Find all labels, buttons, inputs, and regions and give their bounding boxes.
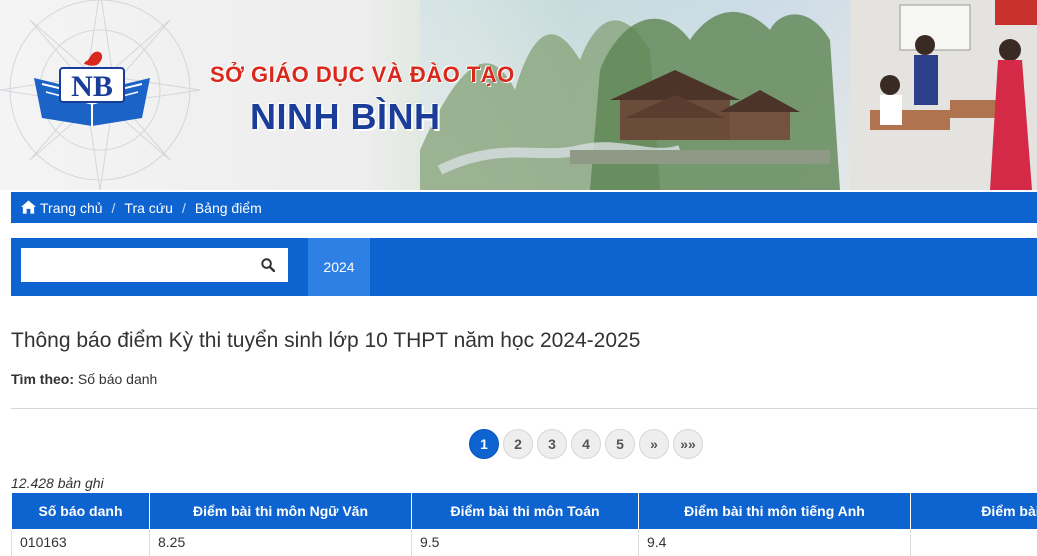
breadcrumb-scoreboard[interactable]: Bảng điểm: [195, 200, 262, 216]
breadcrumb-home[interactable]: Trang chủ: [21, 200, 103, 216]
search-toolbar: 2024: [11, 238, 1037, 296]
page-title: Thông báo điểm Kỳ thi tuyển sinh lớp 10 …: [11, 329, 641, 352]
cell-other-score: [910, 529, 1037, 556]
page-button-1[interactable]: 1: [469, 429, 499, 459]
home-icon: [21, 199, 36, 214]
tab-year-2024[interactable]: 2024: [308, 238, 370, 296]
search-icon[interactable]: [261, 258, 275, 272]
table-row: 010163 8.25 9.5 9.4: [11, 529, 1037, 556]
cell-english-score: 9.4: [638, 529, 911, 556]
search-by-label: Tìm theo:: [11, 371, 74, 387]
classroom-photo: [850, 0, 1037, 190]
page-button-4[interactable]: 4: [571, 429, 601, 459]
search-input[interactable]: [21, 248, 288, 282]
landscape-image: [420, 0, 1037, 190]
breadcrumb-separator: /: [181, 199, 186, 216]
page-button-3[interactable]: 3: [537, 429, 567, 459]
search-by: Tìm theo: Số báo danh: [11, 371, 157, 387]
divider: [11, 408, 1037, 409]
cell-literature-score: 8.25: [149, 529, 412, 556]
column-header-candidate-number: Số báo danh: [11, 492, 150, 530]
breadcrumb-lookup[interactable]: Tra cứu: [124, 200, 173, 216]
cell-math-score: 9.5: [411, 529, 639, 556]
last-page-button[interactable]: »»: [673, 429, 703, 459]
next-page-button[interactable]: »: [639, 429, 669, 459]
org-name-line2: NINH BÌNH: [250, 96, 441, 137]
nb-logo: NB: [34, 51, 150, 126]
header-banner: NB SỞ GIÁO DỤC VÀ ĐÀO TẠO NINH BÌNH: [0, 0, 1037, 190]
results-table: Số báo danh Điểm bài thi môn Ngữ Văn Điể…: [11, 492, 1037, 556]
org-name-line1: SỞ GIÁO DỤC VÀ ĐÀO TẠO: [210, 62, 515, 87]
column-header-math: Điểm bài thi môn Toán: [411, 492, 639, 530]
page-button-2[interactable]: 2: [503, 429, 533, 459]
column-header-literature: Điểm bài thi môn Ngữ Văn: [149, 492, 412, 530]
column-header-english: Điểm bài thi môn tiếng Anh: [638, 492, 911, 530]
results-table-container: Số báo danh Điểm bài thi môn Ngữ Văn Điể…: [11, 492, 1037, 556]
table-header-row: Số báo danh Điểm bài thi môn Ngữ Văn Điể…: [11, 492, 1037, 530]
page-button-5[interactable]: 5: [605, 429, 635, 459]
column-header-other: Điểm bài thi: [910, 492, 1037, 530]
cell-candidate-number: 010163: [11, 529, 150, 556]
pagination: 1 2 3 4 5 » »»: [469, 429, 703, 459]
search-by-value: Số báo danh: [77, 371, 158, 387]
breadcrumb: Trang chủ / Tra cứu / Bảng điểm: [11, 192, 1037, 223]
breadcrumb-separator: /: [111, 199, 116, 216]
record-count: 12.428 bản ghi: [11, 475, 104, 491]
breadcrumb-home-label: Trang chủ: [40, 199, 103, 216]
logo-text: NB: [71, 70, 113, 103]
